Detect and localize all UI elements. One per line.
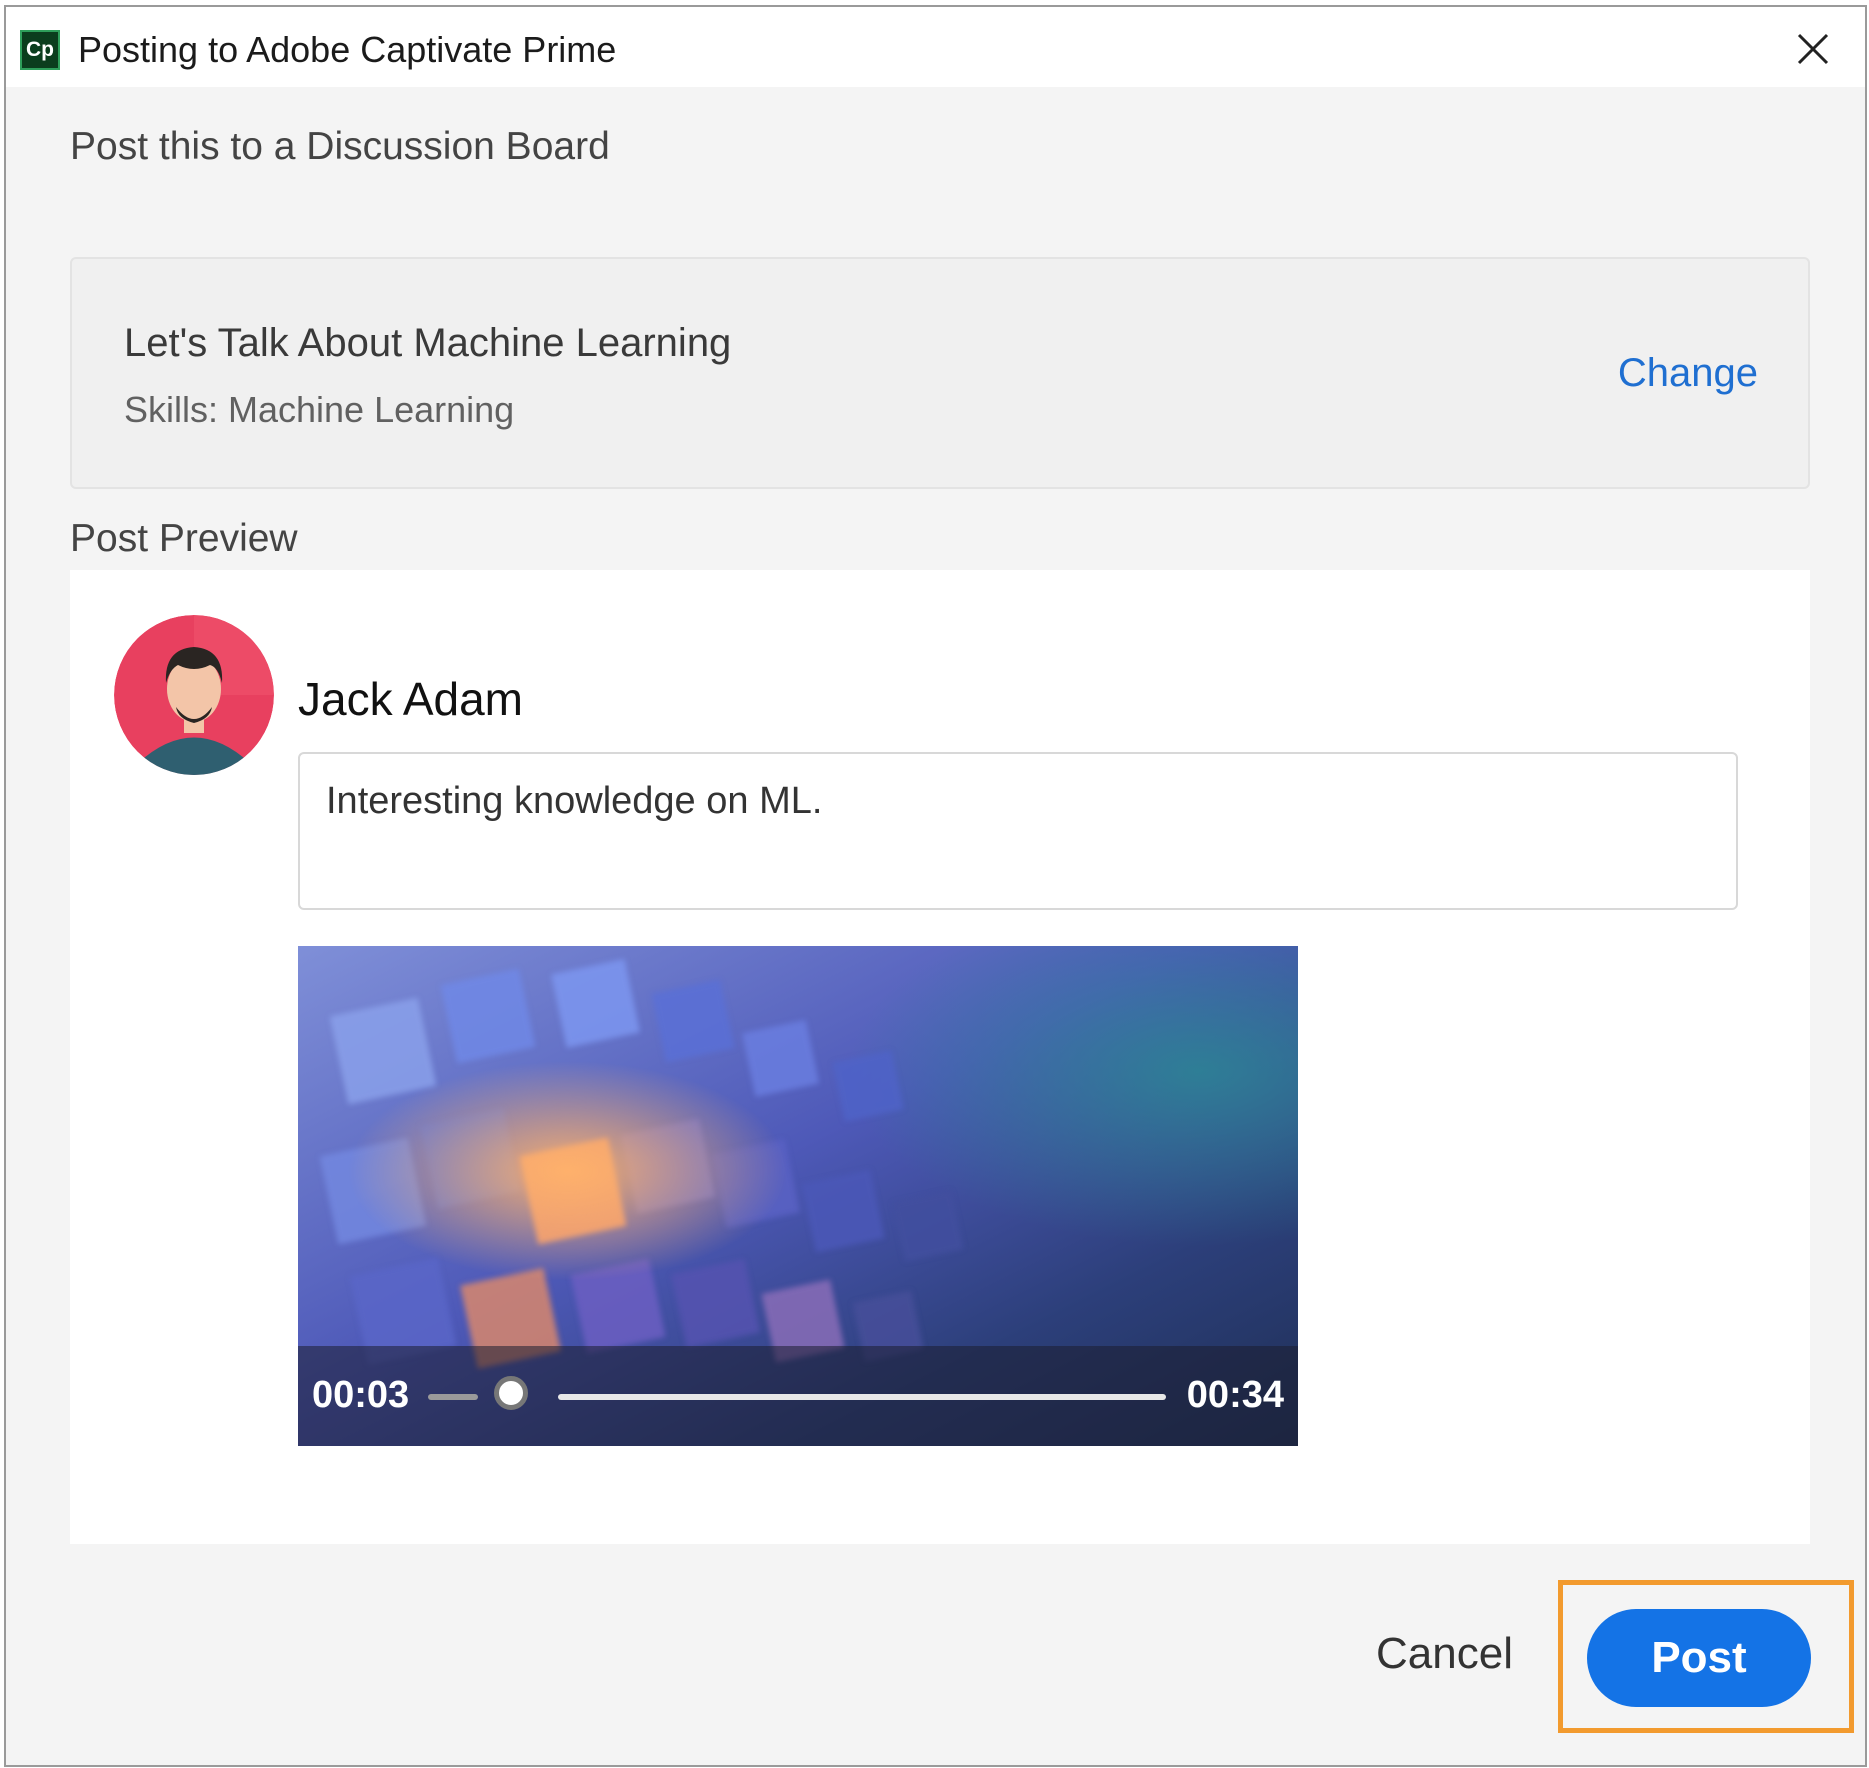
progress-track[interactable] <box>558 1394 1166 1400</box>
video-controls: 00:03 00:34 <box>298 1346 1298 1446</box>
window-title: Posting to Adobe Captivate Prime <box>78 29 617 70</box>
close-icon[interactable] <box>1791 27 1835 71</box>
posting-dialog: Cp Posting to Adobe Captivate Prime Post… <box>4 5 1867 1767</box>
post-button[interactable]: Post <box>1587 1609 1811 1707</box>
progress-played[interactable] <box>428 1394 478 1400</box>
discussion-board-heading: Post this to a Discussion Board <box>70 125 610 168</box>
captivate-app-icon: Cp <box>20 30 60 70</box>
video-current-time: 00:03 <box>312 1374 410 1416</box>
cancel-button[interactable]: Cancel <box>1376 1629 1513 1679</box>
progress-thumb[interactable] <box>494 1376 528 1410</box>
board-title: Let's Talk About Machine Learning <box>124 321 732 365</box>
user-name: Jack Adam <box>298 673 523 725</box>
video-player[interactable]: 00:03 00:34 <box>298 946 1298 1446</box>
comment-field[interactable]: Interesting knowledge on ML. <box>298 752 1738 910</box>
video-total-time: 00:34 <box>1186 1374 1284 1416</box>
post-preview-heading: Post Preview <box>70 517 298 560</box>
selected-board-card: Let's Talk About Machine Learning Skills… <box>70 257 1810 489</box>
post-preview-panel: Jack Adam Interesting knowledge on ML. 0… <box>70 570 1810 1544</box>
avatar <box>114 615 274 775</box>
board-skills: Skills: Machine Learning <box>124 389 515 430</box>
change-board-link[interactable]: Change <box>1618 351 1758 396</box>
title-bar: Cp Posting to Adobe Captivate Prime <box>6 7 1865 87</box>
comment-text: Interesting knowledge on ML. <box>326 780 823 822</box>
